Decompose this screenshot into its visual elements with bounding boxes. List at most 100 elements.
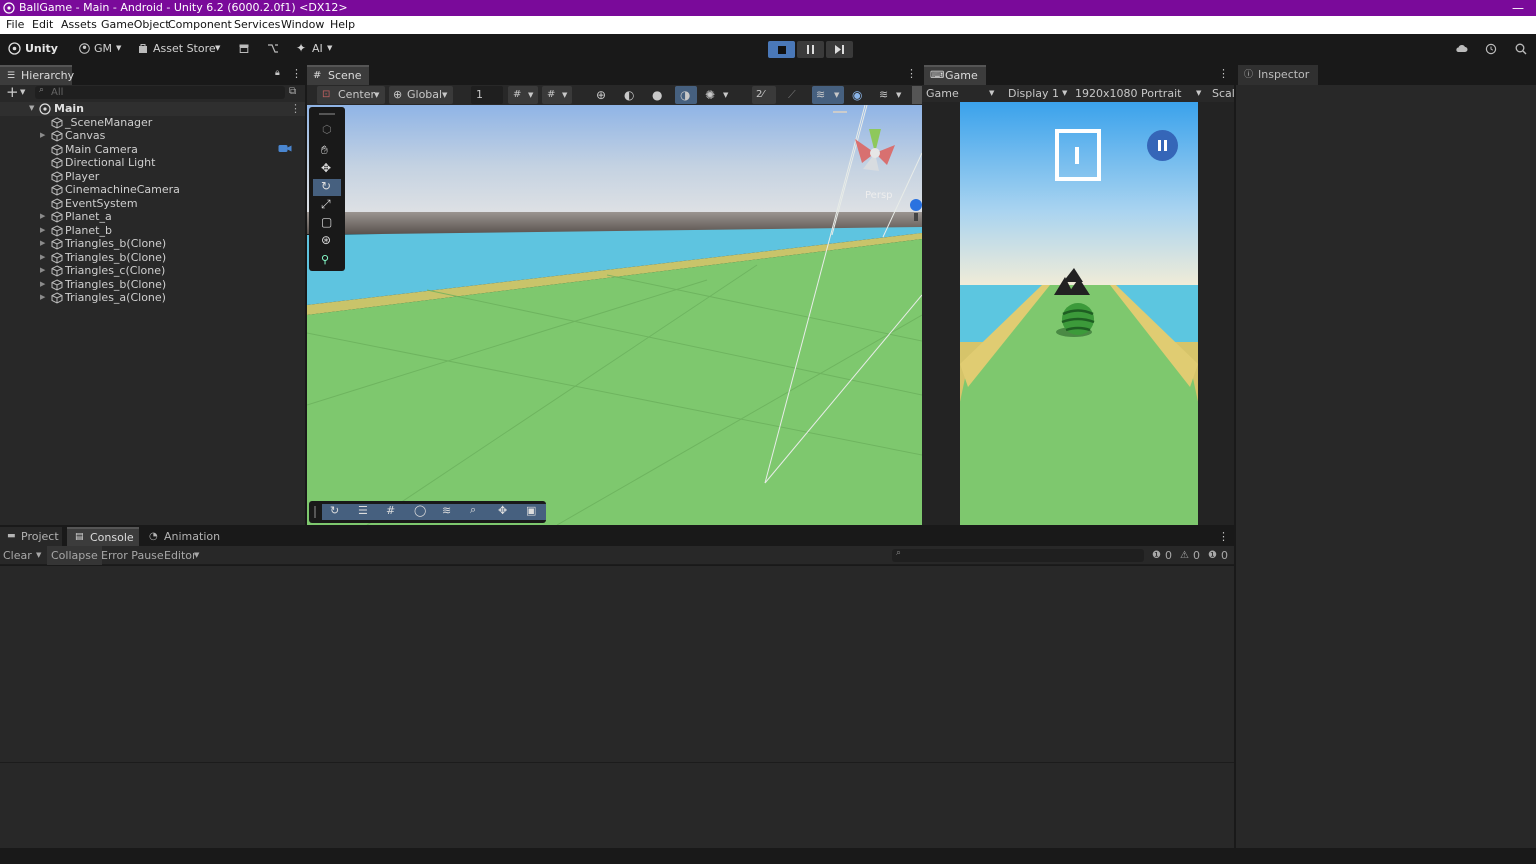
rotate-tool-button[interactable]: ↻ <box>313 179 341 196</box>
transform-tool-button[interactable]: ⊛ <box>313 233 341 250</box>
hierarchy-item[interactable]: ▶ Planet_b <box>0 224 305 238</box>
shading-solid-button[interactable]: ● <box>648 86 668 104</box>
console-log-area[interactable] <box>0 566 1234 762</box>
menu-edit[interactable]: Edit <box>32 16 53 34</box>
align-button[interactable]: ☰ <box>350 504 378 520</box>
orbit-button[interactable]: ◯ <box>406 504 434 520</box>
scene-viewport[interactable]: Persp ⬡ ✋︎ ✥ ↻ ⤢ ▢ ⊛ ⚲ ↻ ☰ # ◯ ≋ ⌕ ✥ ▣ <box>307 105 922 525</box>
scene-row[interactable]: ▼ Main ⋮ <box>0 102 305 116</box>
search-by-type-icon[interactable]: ⧉ <box>289 86 296 97</box>
minimize-button[interactable]: — <box>1512 0 1524 16</box>
expand-arrow-icon[interactable]: ▶ <box>40 129 45 143</box>
move-tool-button[interactable]: ✥ <box>313 161 341 178</box>
tab-inspector[interactable]: ⓘ Inspector <box>1238 65 1318 85</box>
menu-window[interactable]: Window <box>281 16 324 34</box>
expand-arrow-icon[interactable]: ▶ <box>40 224 45 238</box>
clear-button[interactable]: Clear <box>3 546 32 565</box>
lock-icon[interactable]: 🔒︎ <box>275 68 280 78</box>
menu-assets[interactable]: Assets <box>61 16 97 34</box>
hierarchy-search-input[interactable]: ⌕ All <box>35 85 285 99</box>
menu-file[interactable]: File <box>6 16 24 34</box>
asset-store-dropdown[interactable]: Asset Store ▼ <box>138 34 224 63</box>
console-search-input[interactable]: ⌕ <box>892 548 1144 562</box>
pivot-center-dropdown[interactable]: ⊡ Center ▼ <box>317 86 385 104</box>
editor-target-dropdown[interactable]: Editor <box>164 546 197 565</box>
version-control-icon[interactable] <box>267 34 281 63</box>
expand-arrow-icon[interactable]: ▶ <box>40 251 45 265</box>
shading-shaded-button[interactable]: ◑ <box>675 86 697 104</box>
more-options-icon[interactable]: ⋮ <box>291 67 302 80</box>
expand-arrow-icon[interactable]: ▶ <box>40 210 45 224</box>
ai-dropdown[interactable]: ✦ AI ▼ <box>296 34 336 63</box>
hierarchy-item[interactable]: Player <box>0 170 305 184</box>
hand-tool-button[interactable]: ✋︎ <box>313 143 341 160</box>
search-icon[interactable] <box>1515 34 1529 63</box>
hierarchy-item[interactable]: ▶ Triangles_a(Clone) <box>0 291 305 305</box>
cloud-icon[interactable] <box>1455 34 1469 63</box>
error-filter-toggle[interactable]: ❶ 0 <box>1206 546 1232 565</box>
custom-tool-button[interactable]: ⚲ <box>313 253 341 270</box>
expand-arrow-icon[interactable]: ▼ <box>29 102 34 116</box>
expand-arrow-icon[interactable]: ▶ <box>40 278 45 292</box>
grid-visibility-button[interactable]: # ▼ <box>508 86 538 104</box>
expand-arrow-icon[interactable]: ▶ <box>40 264 45 278</box>
grid-snap-button[interactable]: # <box>378 504 406 520</box>
menu-help[interactable]: Help <box>330 16 355 34</box>
pan-button[interactable]: ✥ <box>490 504 518 520</box>
tab-scene[interactable]: # Scene <box>307 65 369 85</box>
warning-filter-toggle[interactable]: ⚠ 0 <box>1178 546 1202 565</box>
collapse-toggle[interactable]: Collapse <box>47 546 102 565</box>
hierarchy-item[interactable]: EventSystem <box>0 197 305 211</box>
history-icon[interactable] <box>1485 34 1499 63</box>
menu-services[interactable]: Services <box>234 16 280 34</box>
zoom-button[interactable]: ⌕ <box>462 503 490 520</box>
expand-arrow-icon[interactable]: ▶ <box>40 237 45 251</box>
rotate-snap-button[interactable]: ↻ <box>322 504 350 520</box>
snap-settings-button[interactable]: # ▼ <box>542 86 572 104</box>
audio-toggle-button[interactable]: ⟋ <box>784 86 804 104</box>
more-options-icon[interactable]: ⋮ <box>906 67 917 80</box>
game-viewport[interactable] <box>960 102 1198 525</box>
global-local-dropdown[interactable]: ⊕ Global ▼ <box>389 86 453 104</box>
rect-tool-button[interactable]: ▢ <box>313 215 341 232</box>
lighting-dropdown[interactable]: ✺ ▼ <box>703 86 733 104</box>
hierarchy-item[interactable]: ▶ Canvas <box>0 129 305 143</box>
pause-game-button[interactable] <box>1147 130 1178 161</box>
hierarchy-item[interactable]: ▶ Triangles_b(Clone) <box>0 237 305 251</box>
hierarchy-item[interactable]: Main Camera <box>0 143 305 157</box>
menu-gameobject[interactable]: GameObject <box>101 16 170 34</box>
tab-console[interactable]: ▤ Console <box>67 527 139 546</box>
grid-snap-input[interactable]: 1 <box>471 86 503 104</box>
create-dropdown[interactable]: + ▼ <box>4 83 32 101</box>
draw-mode-button[interactable]: ⊕ <box>592 86 612 104</box>
hierarchy-item[interactable]: Directional Light <box>0 156 305 170</box>
hierarchy-item[interactable]: CinemachineCamera <box>0 183 305 197</box>
overflow-button[interactable] <box>912 86 922 104</box>
gizmos-dropdown[interactable]: ≋ ▼ <box>876 86 906 104</box>
step-button[interactable] <box>826 41 853 58</box>
more-options-icon[interactable]: ⋮ <box>1218 67 1229 80</box>
chevron-down-icon[interactable]: ▼ <box>36 546 41 565</box>
package-icon[interactable] <box>239 34 251 63</box>
toggle-2d-button[interactable]: 2⁄ <box>752 86 776 104</box>
tab-game[interactable]: ⌨︎ Game <box>924 65 986 85</box>
more-options-icon[interactable]: ⋮ <box>290 102 301 116</box>
layers-button[interactable]: ≋ <box>434 504 462 520</box>
log-filter-toggle[interactable]: ❶ 0 <box>1150 546 1174 565</box>
scale-slider-label[interactable]: Scal <box>1212 85 1235 102</box>
tab-project[interactable]: ▬ Project <box>0 527 62 546</box>
account-dropdown[interactable]: GM ▼ <box>79 34 125 63</box>
hierarchy-item[interactable]: ▶ Planet_a <box>0 210 305 224</box>
unity-version-button[interactable]: Unity 6 <box>8 34 64 84</box>
effects-dropdown[interactable]: ≋ ▼ <box>812 86 844 104</box>
error-pause-toggle[interactable]: Error Pause <box>101 546 164 565</box>
display-dropdown[interactable]: Display 1 <box>1008 85 1059 102</box>
tab-hierarchy[interactable]: ☰ Hierarchy <box>0 65 74 85</box>
expand-arrow-icon[interactable]: ▶ <box>40 291 45 305</box>
scene-visibility-button[interactable]: ◉ <box>848 86 872 104</box>
menu-component[interactable]: Component <box>168 16 232 34</box>
drag-handle[interactable] <box>319 113 335 115</box>
hierarchy-item[interactable]: ▶ Triangles_b(Clone) <box>0 278 305 292</box>
hierarchy-item[interactable]: _SceneManager <box>0 116 305 130</box>
pause-button[interactable] <box>797 41 824 58</box>
